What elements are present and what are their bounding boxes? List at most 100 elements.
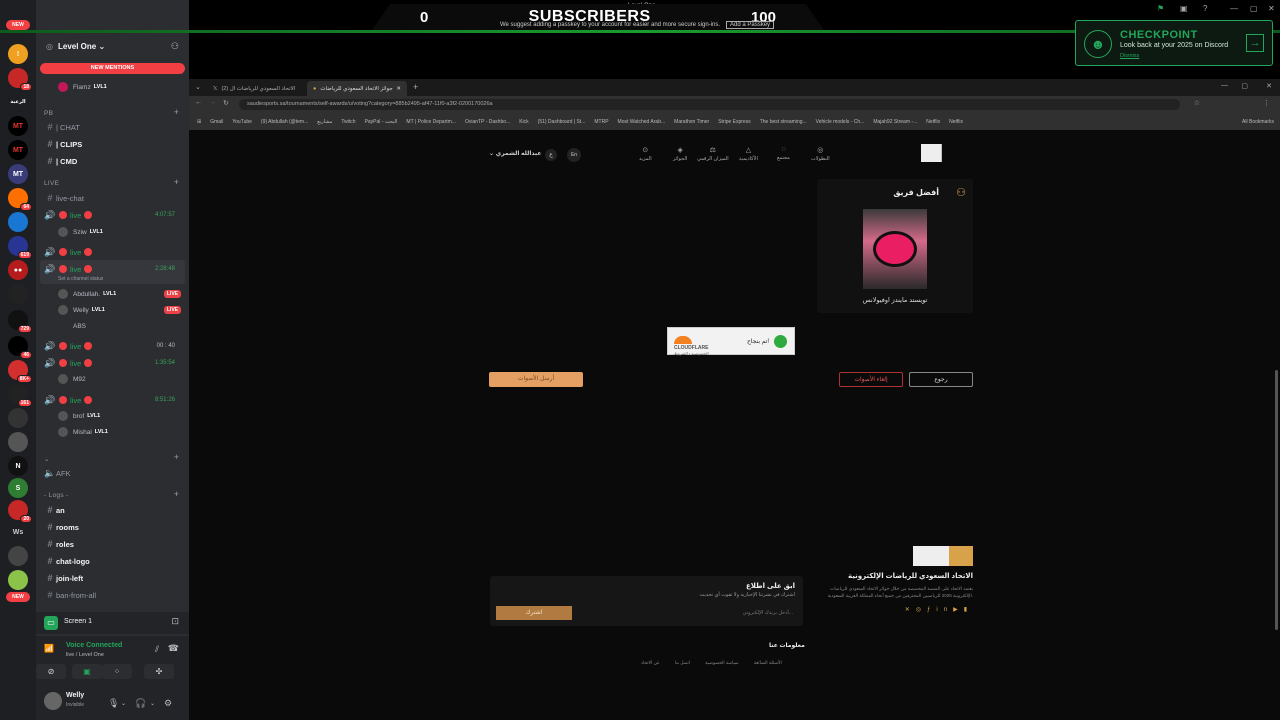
server-icon[interactable]: 619 — [8, 236, 32, 259]
voice-channel-live-3[interactable]: 🔊 live 2:28:48 — [44, 262, 183, 276]
voice-channel-name[interactable]: live / Level One — [66, 652, 104, 658]
server-icon[interactable]: Ws — [8, 522, 28, 542]
x-icon[interactable]: ✕ — [905, 607, 916, 613]
footer-link[interactable]: سياسة الخصوصية — [705, 660, 738, 665]
maximize-icon[interactable]: ▢ — [1241, 82, 1248, 90]
category-live[interactable]: LIVE — [44, 180, 59, 187]
channel-chat-logo[interactable]: # chat-logo — [44, 554, 183, 568]
chevron-down-icon[interactable]: ⌄ — [150, 700, 155, 707]
camera-icon[interactable]: ⊘ — [36, 664, 66, 679]
voice-user[interactable]: Abdullah. LVL1 — [58, 288, 116, 300]
category-pb[interactable]: PB — [44, 110, 53, 117]
server-icon[interactable] — [8, 284, 28, 304]
server-icon[interactable]: الرعبة — [8, 92, 28, 112]
channel-chat[interactable]: # | CHAT — [44, 120, 183, 134]
server-name[interactable]: ◎ Level One ⌄ — [46, 42, 105, 51]
category-logs[interactable]: - Logs - — [44, 492, 68, 499]
reload-icon[interactable]: ↻ — [223, 99, 229, 107]
minimize-icon[interactable]: — — [1230, 4, 1238, 13]
bookmark[interactable]: Gmail — [210, 119, 223, 125]
bookmark[interactable]: Vehicle models - Ch... — [816, 119, 865, 125]
voice-channel-live-6[interactable]: 🔊 live 8:51:26 — [44, 393, 183, 407]
voice-channel-live-1[interactable]: 🔊 live 4:07:57 — [44, 208, 183, 222]
page-scrollbar[interactable] — [1275, 370, 1278, 630]
channel-roles[interactable]: # roles — [44, 537, 183, 551]
cancel-votes-button[interactable]: إلغاء الأصوات — [839, 372, 903, 387]
nav-community[interactable]: ◌ مجتمع — [777, 146, 790, 161]
arrow-right-icon[interactable]: → — [1246, 34, 1264, 52]
channel-join-left[interactable]: # join-left — [44, 571, 183, 585]
bookmark[interactable]: The best streaming... — [760, 119, 807, 125]
footer-link[interactable]: اتصل بنا — [675, 660, 690, 665]
chevron-down-icon[interactable]: ⌄ — [121, 700, 126, 707]
best-team-card[interactable]: ⚇ أفضل فريق تويستد مايندز اوفيولانس — [817, 179, 973, 313]
twitch-icon[interactable]: ▮ — [964, 607, 973, 613]
close-icon[interactable]: ✕ — [1268, 4, 1275, 13]
server-icon[interactable]: N — [8, 456, 28, 476]
new-mentions-button[interactable]: NEW MENTIONS — [40, 63, 185, 74]
server-icon[interactable]: 20 — [8, 500, 32, 523]
signal-icon[interactable]: 📶 — [44, 644, 54, 653]
language-toggle[interactable]: En — [567, 148, 581, 162]
avatar[interactable] — [44, 692, 62, 710]
apps-icon[interactable]: ⊞ — [197, 119, 201, 125]
server-icon[interactable]: 18 — [8, 68, 32, 91]
user-avatar[interactable]: ع — [545, 149, 557, 161]
gear-icon[interactable]: ⚙ — [164, 698, 172, 709]
bookmark[interactable]: Kick — [519, 119, 528, 125]
voice-channel-live-2[interactable]: 🔊 live — [44, 245, 183, 259]
server-icon[interactable] — [8, 432, 28, 452]
disconnect-icon[interactable]: ☎ — [168, 643, 179, 654]
server-icon[interactable]: 46 — [8, 336, 32, 359]
channel-cmd[interactable]: # | CMD — [44, 154, 183, 168]
voice-status[interactable]: Voice Connected — [66, 642, 122, 649]
bookmark[interactable]: (9) Abdullah (@tem... — [261, 119, 308, 125]
server-icon[interactable]: 8K+ — [8, 360, 32, 383]
server-icon[interactable] — [8, 570, 28, 590]
voice-user[interactable]: M92 — [58, 373, 86, 385]
channel-status-hint[interactable]: Set a channel status — [58, 276, 103, 282]
nav-more[interactable]: ⊙ المزيد — [639, 146, 652, 162]
server-icon[interactable] — [8, 408, 28, 428]
tab-awards[interactable]: ● جوائز الاتحاد السعودي للرياضات ✕ — [307, 81, 407, 96]
all-bookmarks[interactable]: All Bookmarks — [1238, 118, 1274, 125]
add-channel-icon[interactable]: + — [174, 452, 179, 462]
add-channel-icon[interactable]: + — [174, 107, 179, 117]
bookmark-star-icon[interactable]: ☆ — [1194, 99, 1200, 107]
channel-clips[interactable]: # | CLIPS — [44, 137, 183, 151]
noise-suppression-icon[interactable]: ⫽ — [155, 644, 159, 655]
help-icon[interactable]: ? — [1203, 4, 1207, 13]
bookmark[interactable]: Marathon Timer — [674, 119, 709, 125]
footer-link[interactable]: الأسئلة الشائعة — [754, 660, 782, 665]
invite-people-icon[interactable]: ⚇ — [171, 41, 179, 52]
flag-icon[interactable]: ⚑ — [1157, 4, 1164, 13]
new-badge[interactable]: NEW — [6, 20, 30, 30]
voice-channel-afk[interactable]: 🔈 AFK — [44, 466, 183, 480]
username[interactable]: Welly — [66, 692, 84, 699]
voice-user[interactable]: brof LVL1 — [58, 410, 100, 422]
youtube-icon[interactable]: ▶ — [953, 607, 964, 613]
bookmark[interactable]: Most Watched Arab... — [618, 119, 666, 125]
category-collapsed-icon[interactable]: ⌄ — [44, 455, 50, 463]
social-links[interactable]: ✕◎ƒin▶▮ — [819, 606, 973, 613]
new-badge[interactable]: NEW — [6, 592, 30, 602]
bookmark[interactable]: (51) Dashboard | St... — [538, 119, 586, 125]
channel-live-chat[interactable]: # live-chat — [44, 191, 183, 205]
server-icon[interactable] — [8, 212, 28, 232]
bookmark[interactable]: Netflix — [949, 119, 963, 125]
headphones-icon[interactable]: 🎧 — [135, 698, 146, 709]
checkpoint-popup[interactable]: ☻ CHECKPOINT Look back at your 2025 on D… — [1075, 20, 1273, 66]
bookmark[interactable]: MTRP — [594, 119, 608, 125]
bookmark[interactable]: مشاريع — [317, 119, 332, 125]
server-icon[interactable] — [8, 546, 28, 566]
activities-icon[interactable]: ⁘ — [102, 664, 132, 679]
voice-user[interactable]: Mishal LVL1 — [58, 426, 108, 438]
voice-user[interactable]: ABS — [58, 320, 86, 332]
bookmark[interactable]: Majah92 Stream -... — [873, 119, 917, 125]
voice-user[interactable]: Welly LVL1 — [58, 304, 105, 316]
nav-tournaments[interactable]: ◎ البطولات — [811, 146, 830, 162]
bookmark[interactable]: MT | Police Departm... — [406, 119, 456, 125]
email-input[interactable]: أدخل بريدك الإلكتروني... — [572, 606, 797, 620]
close-icon[interactable]: ✕ — [1266, 82, 1272, 90]
tab-search-icon[interactable]: ⌄ — [195, 83, 201, 91]
